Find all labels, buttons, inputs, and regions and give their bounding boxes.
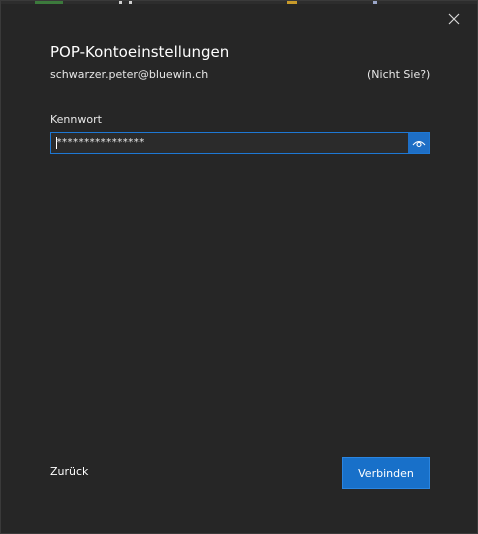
password-field: **************** [50,132,430,154]
pop-account-settings-dialog: POP-Kontoeinstellungen schwarzer.peter@b… [0,0,478,534]
reveal-password-button[interactable] [408,133,429,153]
not-you-link[interactable]: (Nicht Sie?) [367,68,430,81]
eye-icon [412,140,425,148]
password-input[interactable]: **************** [51,133,408,153]
password-label: Kennwort [50,113,102,126]
text-caret [56,137,57,149]
dialog-title: POP-Kontoeinstellungen [50,43,230,61]
account-email: schwarzer.peter@bluewin.ch [50,68,209,81]
connect-button[interactable]: Verbinden [342,457,430,489]
back-button[interactable]: Zurück [50,465,88,478]
close-icon [448,13,460,25]
background-window-strip [1,1,477,4]
close-button[interactable] [441,7,467,31]
